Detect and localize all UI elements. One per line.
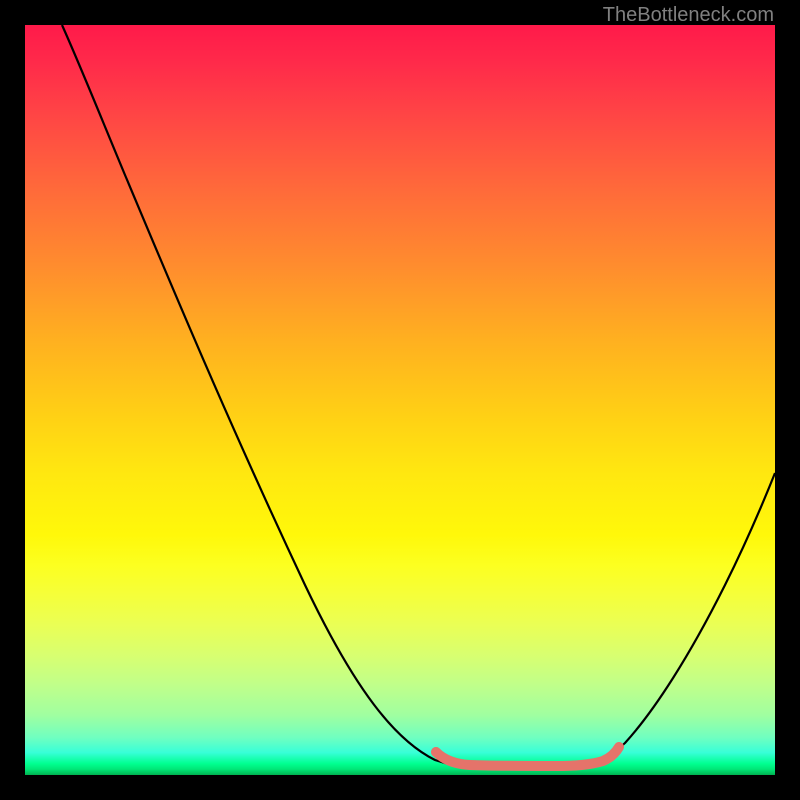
bottleneck-curve [62,25,775,766]
watermark-text: TheBottleneck.com [603,4,774,27]
optimal-range [436,747,619,766]
chart-container: TheBottleneck.com [0,0,800,800]
chart-svg [25,25,775,775]
